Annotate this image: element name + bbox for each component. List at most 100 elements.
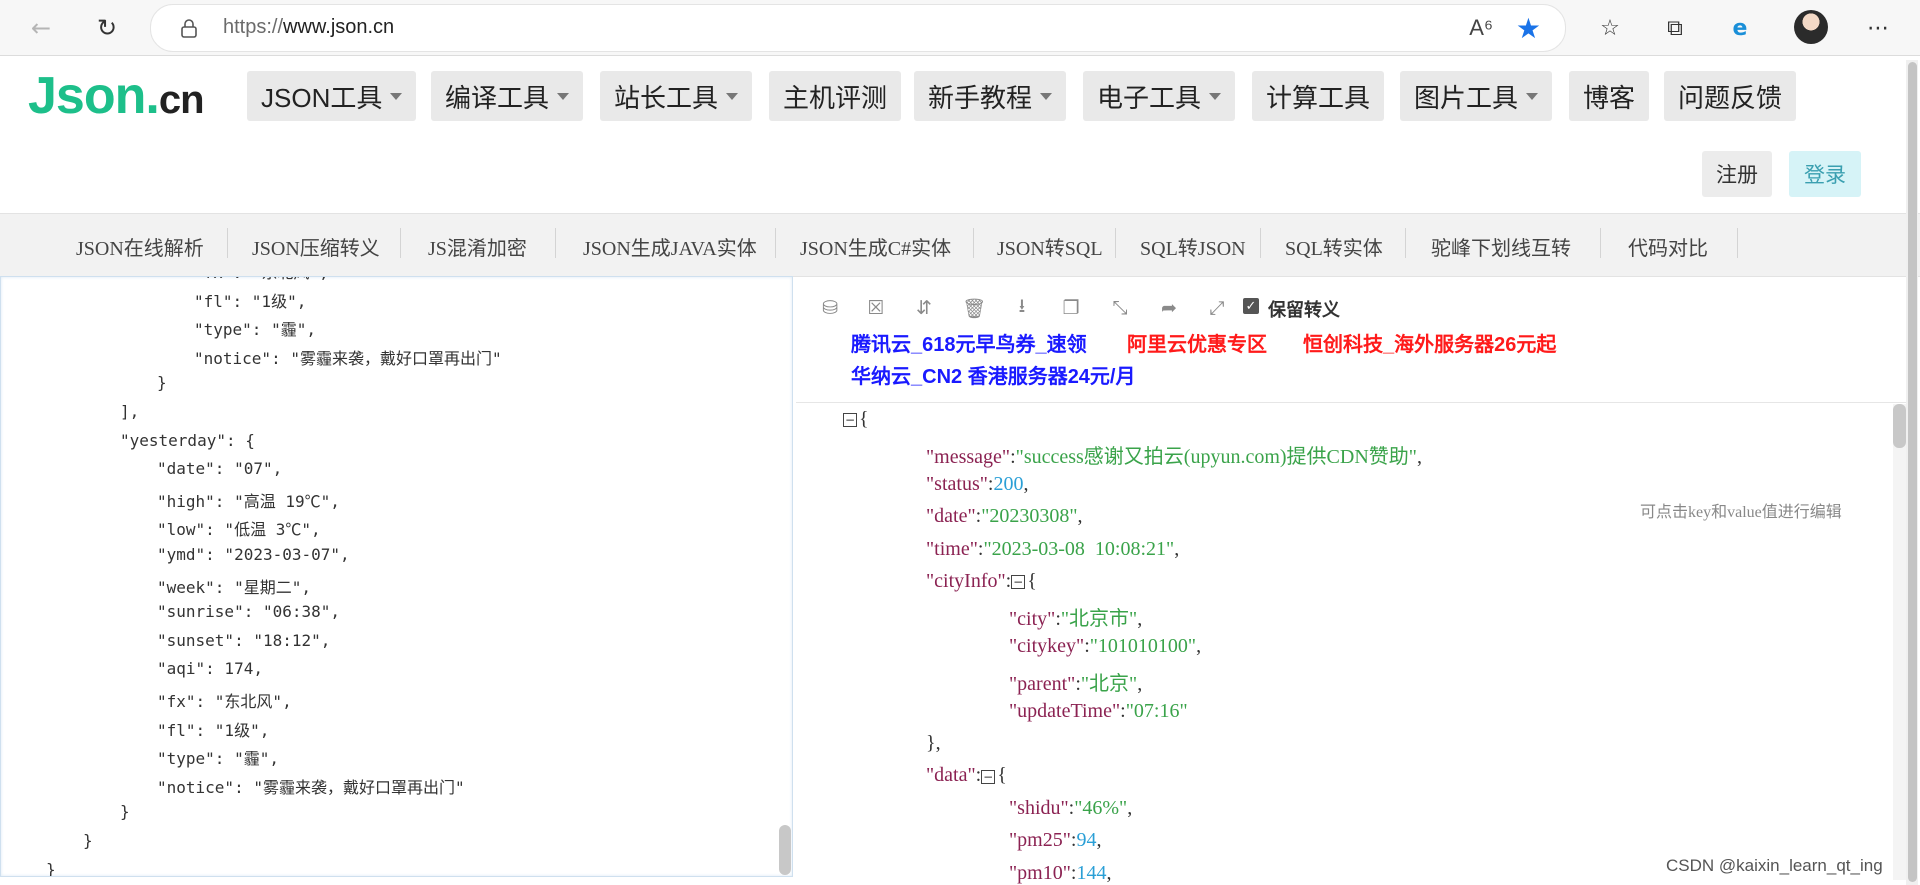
tool-tab[interactable]: JSON压缩转义: [252, 232, 380, 261]
tool-tab[interactable]: JSON生成C#实体: [800, 232, 951, 261]
editor-line: "type": "霾",: [194, 320, 316, 340]
keep-escape-checkbox[interactable]: ✓: [1243, 298, 1259, 314]
read-aloud-icon[interactable]: A⁶: [1469, 15, 1493, 41]
tree-line[interactable]: "updateTime":"07:16": [1009, 700, 1188, 723]
tree-key[interactable]: "message": [926, 446, 1010, 468]
tree-key[interactable]: "date": [926, 505, 976, 527]
tree-line[interactable]: "pm25":94,: [1009, 829, 1101, 852]
share-icon[interactable]: ➦: [1157, 296, 1181, 320]
tree-line[interactable]: "citykey":"101010100",: [1009, 635, 1201, 658]
ad-link-aliyun[interactable]: 阿里云优惠专区: [1127, 328, 1267, 357]
back-arrow-icon[interactable]: ←: [26, 13, 56, 43]
menu-item[interactable]: 电子工具: [1083, 71, 1236, 121]
tree-value[interactable]: "2023-03-08 10:08:21": [983, 538, 1174, 560]
site-logo[interactable]: Json.cn: [28, 66, 205, 126]
tree-line[interactable]: "message":"success感谢又拍云(upyun.com)提供CDN赞…: [926, 440, 1422, 469]
tree-line[interactable]: "shidu":"46%",: [1009, 797, 1132, 820]
menu-item[interactable]: 博客: [1569, 71, 1650, 121]
address-bar[interactable]: https://www.json.cn A⁶ ★: [150, 4, 1566, 52]
menu-item[interactable]: JSON工具: [247, 71, 417, 121]
tree-line[interactable]: "pm10":144,: [1009, 862, 1111, 885]
page-scrollbar-thumb[interactable]: [1908, 62, 1917, 882]
menu-item[interactable]: 图片工具: [1400, 71, 1553, 121]
tree-key[interactable]: "pm25": [1009, 829, 1071, 851]
download-icon[interactable]: ⭳: [1010, 295, 1034, 320]
tree-line[interactable]: "city":"北京市",: [1009, 602, 1142, 631]
tree-key[interactable]: "pm10": [1009, 862, 1071, 884]
tree-value[interactable]: 94: [1076, 829, 1096, 851]
tree-line[interactable]: "time":"2023-03-08 10:08:21",: [926, 538, 1179, 561]
edge-icon[interactable]: e: [1724, 12, 1756, 44]
tab-separator: [1405, 228, 1406, 258]
tree-value[interactable]: "北京": [1081, 673, 1137, 695]
tree-value[interactable]: "46%": [1074, 797, 1127, 819]
tree-key[interactable]: "cityInfo": [926, 570, 1006, 592]
tree-value[interactable]: 144: [1076, 862, 1106, 884]
tree-value[interactable]: "北京市": [1061, 608, 1137, 630]
reload-icon[interactable]: ↻: [92, 13, 122, 43]
tree-line[interactable]: "status":200,: [926, 473, 1028, 496]
menu-item[interactable]: 站长工具: [600, 71, 753, 121]
compress-icon[interactable]: ⤡: [1108, 296, 1132, 320]
ad-link-huanayun[interactable]: 华纳云_CN2 香港服务器24元/月: [851, 360, 1136, 389]
tree-key[interactable]: "citykey": [1009, 635, 1084, 657]
ad-link-hengchuang[interactable]: 恒创科技_海外服务器26元起: [1303, 328, 1556, 357]
tree-key[interactable]: "updateTime": [1009, 700, 1120, 722]
database-icon[interactable]: ⛁: [818, 296, 842, 320]
json-input-editor[interactable]: "fx": "东北风", "fl": "1级", "type": "霾", "noti…: [0, 276, 793, 877]
menu-item[interactable]: 主机评测: [769, 71, 902, 121]
tree-scrollbar-thumb[interactable]: [1893, 404, 1906, 448]
menu-item[interactable]: 问题反馈: [1664, 71, 1797, 121]
tree-key[interactable]: "parent": [1009, 673, 1075, 695]
tree-line[interactable]: },: [926, 732, 941, 755]
tree-scrollbar[interactable]: [1893, 404, 1907, 880]
lock-icon[interactable]: [179, 18, 199, 38]
login-button[interactable]: 登录: [1789, 151, 1861, 197]
tree-key[interactable]: "shidu": [1009, 797, 1069, 819]
register-button[interactable]: 注册: [1702, 151, 1772, 197]
more-icon[interactable]: ⋯: [1862, 12, 1894, 44]
tool-tab[interactable]: SQL转实体: [1285, 232, 1383, 261]
trash-icon[interactable]: 🗑: [962, 296, 986, 320]
tree-line[interactable]: "parent":"北京",: [1009, 667, 1142, 696]
menu-item[interactable]: 计算工具: [1252, 71, 1385, 121]
collapse-toggle-icon[interactable]: −: [981, 769, 996, 784]
tree-value[interactable]: 200: [993, 473, 1023, 495]
tree-value[interactable]: "success感谢又拍云(upyun.com)提供CDN赞助": [1016, 446, 1417, 468]
profile-avatar[interactable]: [1794, 10, 1828, 44]
tree-line[interactable]: "date":"20230308",: [926, 505, 1083, 528]
tool-tab[interactable]: JSON转SQL: [997, 232, 1103, 261]
sort-icon[interactable]: ⇵: [912, 296, 936, 320]
tab-separator: [555, 228, 556, 258]
tree-key[interactable]: "status": [926, 473, 988, 495]
ad-link-tencent[interactable]: 腾讯云_618元早鸟券_速领: [851, 328, 1087, 357]
tree-key[interactable]: "data": [926, 764, 976, 786]
tool-tab[interactable]: 代码对比: [1628, 232, 1708, 261]
editor-scrollbar-thumb[interactable]: [779, 825, 791, 875]
tree-value[interactable]: "07:16": [1126, 700, 1188, 722]
tool-tab[interactable]: 驼峰下划线互转: [1431, 232, 1571, 261]
copy-icon[interactable]: ❐: [1059, 296, 1083, 320]
collections-icon[interactable]: ⧉: [1659, 12, 1691, 44]
tree-key[interactable]: "city": [1009, 608, 1055, 630]
tree-line[interactable]: "data": −{: [926, 764, 1007, 787]
tool-tab[interactable]: JSON在线解析: [76, 232, 204, 261]
tree-line[interactable]: −{: [843, 408, 869, 431]
favorites-icon[interactable]: ☆: [1594, 12, 1626, 44]
expand-icon[interactable]: ⤢: [1205, 296, 1229, 320]
tool-tab[interactable]: SQL转JSON: [1140, 232, 1246, 261]
excel-icon[interactable]: ☒: [864, 296, 888, 320]
tree-value[interactable]: "101010100": [1090, 635, 1196, 657]
tool-tab[interactable]: JS混淆加密: [428, 232, 527, 261]
tree-value[interactable]: "20230308": [981, 505, 1077, 527]
menu-item[interactable]: 新手教程: [914, 71, 1067, 121]
caret-down-icon: [1209, 92, 1222, 100]
collapse-toggle-icon[interactable]: −: [1011, 575, 1026, 590]
tool-tab[interactable]: JSON生成JAVA实体: [583, 232, 757, 261]
menu-item[interactable]: 编译工具: [431, 71, 584, 121]
url-text[interactable]: https://www.json.cn: [223, 16, 394, 39]
favorite-star-icon[interactable]: ★: [1516, 12, 1541, 45]
tree-line[interactable]: "cityInfo": −{: [926, 570, 1037, 593]
collapse-toggle-icon[interactable]: −: [843, 413, 857, 428]
tree-key[interactable]: "time": [926, 538, 978, 560]
